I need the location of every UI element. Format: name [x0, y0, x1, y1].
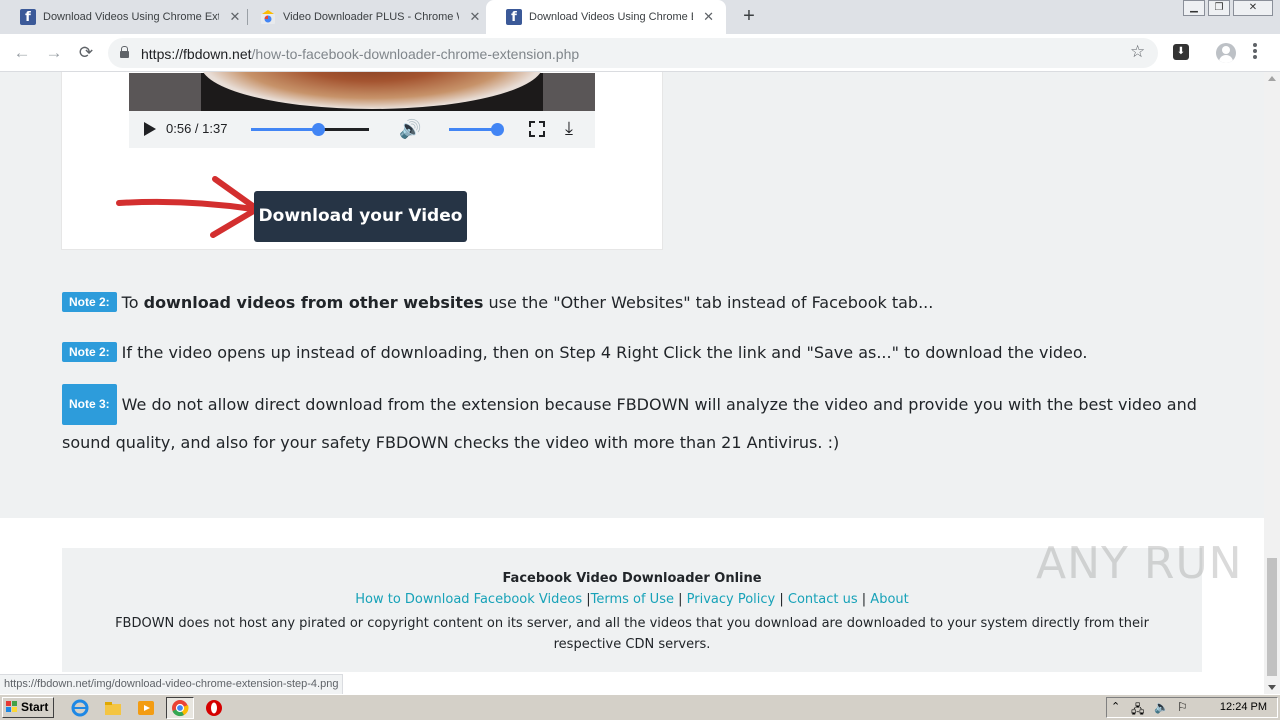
- browser-tab-1[interactable]: f Download Videos Using Chrome Exte ✕: [0, 0, 253, 34]
- step-screenshot-image: 0:56 / 1:37 🔊 ⤓ Download your Video: [62, 72, 662, 249]
- note-badge: Note 2:: [62, 292, 117, 312]
- seek-bar: [251, 128, 369, 131]
- volume-knob: [490, 123, 504, 136]
- seek-knob: [312, 123, 326, 136]
- video-time: 0:56 / 1:37: [166, 121, 228, 136]
- footer-link-terms[interactable]: Terms of Use: [591, 592, 674, 607]
- red-arrow-icon: [116, 176, 260, 238]
- url-text: https://fbdown.net/how-to-facebook-downl…: [141, 46, 580, 62]
- tab-title: Video Downloader PLUS - Chrome We: [283, 11, 459, 23]
- close-tab-icon[interactable]: ✕: [701, 9, 716, 25]
- scroll-down-icon[interactable]: [1268, 685, 1276, 690]
- footer-disclaimer: FBDOWN does not host any pirated or copy…: [115, 616, 1149, 652]
- chrome-taskbar-icon[interactable]: [166, 697, 194, 719]
- network-icon[interactable]: 🖧: [1131, 700, 1144, 721]
- download-your-video-button: Download your Video: [254, 191, 467, 242]
- note-save-as: Note 2: If the video opens up instead of …: [62, 342, 1088, 362]
- new-tab-button[interactable]: +: [738, 6, 760, 28]
- system-tray: ⌃ 🖧 🔈 ⚐ 12:24 PM: [1106, 697, 1278, 718]
- start-button[interactable]: Start: [2, 697, 54, 718]
- close-tab-icon[interactable]: ✕: [467, 9, 483, 25]
- facebook-icon: f: [20, 9, 36, 25]
- file-explorer-icon[interactable]: [104, 699, 122, 717]
- back-button[interactable]: ←: [10, 41, 34, 65]
- video-controls: 0:56 / 1:37 🔊 ⤓: [129, 111, 595, 148]
- download-icon: ⤓: [565, 118, 573, 138]
- scroll-thumb[interactable]: [1267, 558, 1277, 676]
- link-status-bar: https://fbdown.net/img/download-video-ch…: [0, 674, 344, 694]
- chrome-menu-icon[interactable]: [1253, 43, 1257, 63]
- tab-title: Download Videos Using Chrome Exte: [43, 11, 219, 23]
- note-badge: Note 2:: [62, 342, 117, 362]
- fullscreen-icon: [529, 121, 545, 137]
- browser-tab-2[interactable]: Video Downloader PLUS - Chrome We ✕: [240, 0, 493, 34]
- volume-tray-icon[interactable]: 🔈: [1154, 700, 1169, 714]
- reload-button[interactable]: ⟳: [74, 41, 98, 65]
- close-window-button[interactable]: ✕: [1233, 0, 1273, 16]
- browser-tab-3-active[interactable]: f Download Videos Using Chrome Exte ✕: [486, 0, 726, 34]
- video-frame: [129, 72, 595, 111]
- scroll-up-icon[interactable]: [1268, 76, 1276, 81]
- footer-link-about[interactable]: About: [870, 592, 908, 607]
- site-footer: Facebook Video Downloader Online How to …: [62, 548, 1202, 672]
- bookmark-star-icon[interactable]: ☆: [1130, 42, 1145, 62]
- footer-title: Facebook Video Downloader Online: [502, 571, 762, 586]
- browser-toolbar: ← → ⟳ https://fbdown.net/how-to-facebook…: [0, 34, 1280, 72]
- anyrun-watermark: ANY RUN: [1036, 538, 1243, 589]
- volume-icon: 🔊: [399, 119, 422, 139]
- tab-strip: f Download Videos Using Chrome Exte ✕ Vi…: [0, 0, 1280, 34]
- action-center-flag-icon[interactable]: ⚐: [1177, 700, 1188, 714]
- address-bar[interactable]: https://fbdown.net/how-to-facebook-downl…: [108, 38, 1158, 68]
- lock-icon: [120, 46, 129, 59]
- note-direct-download: Note 3: We do not allow direct download f…: [62, 384, 1212, 460]
- media-player-icon[interactable]: [137, 699, 155, 717]
- taskbar-clock[interactable]: 12:24 PM: [1220, 701, 1267, 713]
- windows-logo-icon: [6, 701, 18, 713]
- downloader-extension-icon[interactable]: ⬇: [1173, 44, 1189, 60]
- forward-button[interactable]: →: [42, 41, 66, 65]
- note-other-websites: Note 2: To download videos from other web…: [62, 292, 933, 312]
- windows-taskbar: Start ⌃ 🖧 🔈 ⚐ 12:24 PM: [0, 694, 1280, 720]
- footer-link-how-to[interactable]: How to Download Facebook Videos: [355, 592, 582, 607]
- internet-explorer-icon[interactable]: [71, 699, 89, 717]
- restore-window-button[interactable]: ❐: [1208, 0, 1230, 16]
- minimize-window-button[interactable]: ▁: [1183, 0, 1205, 16]
- facebook-icon: f: [506, 9, 522, 25]
- page-scrollbar[interactable]: [1264, 72, 1280, 694]
- note-badge: Note 3:: [62, 384, 117, 425]
- chrome-webstore-icon: [260, 9, 276, 25]
- footer-link-contact[interactable]: Contact us: [788, 592, 858, 607]
- footer-link-privacy[interactable]: Privacy Policy: [687, 592, 776, 607]
- footer-links: How to Download Facebook Videos |Terms o…: [355, 592, 909, 607]
- tab-title: Download Videos Using Chrome Exte: [529, 11, 693, 23]
- play-icon: [144, 122, 156, 136]
- opera-icon[interactable]: [205, 699, 223, 717]
- tray-expand-icon[interactable]: ⌃: [1111, 700, 1120, 713]
- profile-avatar-icon[interactable]: [1216, 43, 1236, 63]
